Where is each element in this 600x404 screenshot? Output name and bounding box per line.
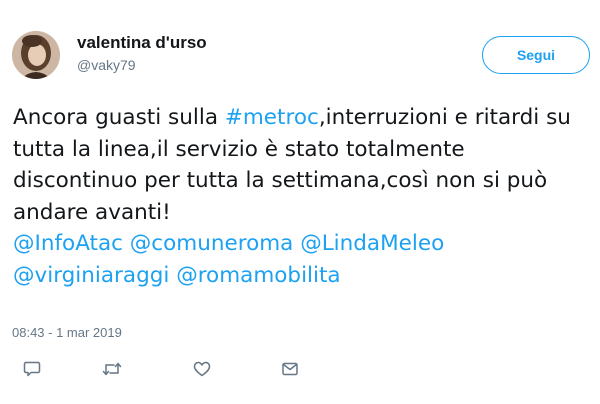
retweet-button[interactable] [101, 358, 123, 380]
tweet-text-intro: Ancora guasti sulla [13, 105, 225, 130]
mention-link[interactable]: @virginiaraggi [13, 263, 169, 288]
display-name[interactable]: valentina d'urso [77, 33, 207, 53]
reply-button[interactable] [21, 358, 43, 380]
mention-link[interactable]: @comuneroma [130, 231, 294, 256]
mention-link[interactable]: @LindaMeleo [300, 231, 444, 256]
tweet-text: Ancora guasti sulla #metroc,interruzioni… [13, 102, 588, 291]
tweet-actions [0, 354, 600, 384]
user-handle[interactable]: @vaky79 [77, 57, 136, 73]
tweet-timestamp[interactable]: 08:43 - 1 mar 2019 [12, 325, 122, 340]
follow-button[interactable]: Segui [482, 36, 590, 74]
heart-icon [193, 361, 211, 377]
hashtag-link[interactable]: #metroc [225, 105, 319, 130]
avatar[interactable] [12, 31, 60, 79]
envelope-icon [282, 362, 298, 376]
avatar-photo [12, 31, 60, 79]
retweet-icon [102, 362, 122, 376]
speech-bubble-icon [23, 361, 41, 377]
mention-link[interactable]: @romamobilita [176, 263, 340, 288]
mention-link[interactable]: @InfoAtac [13, 231, 123, 256]
direct-message-button[interactable] [279, 358, 301, 380]
like-button[interactable] [191, 358, 213, 380]
